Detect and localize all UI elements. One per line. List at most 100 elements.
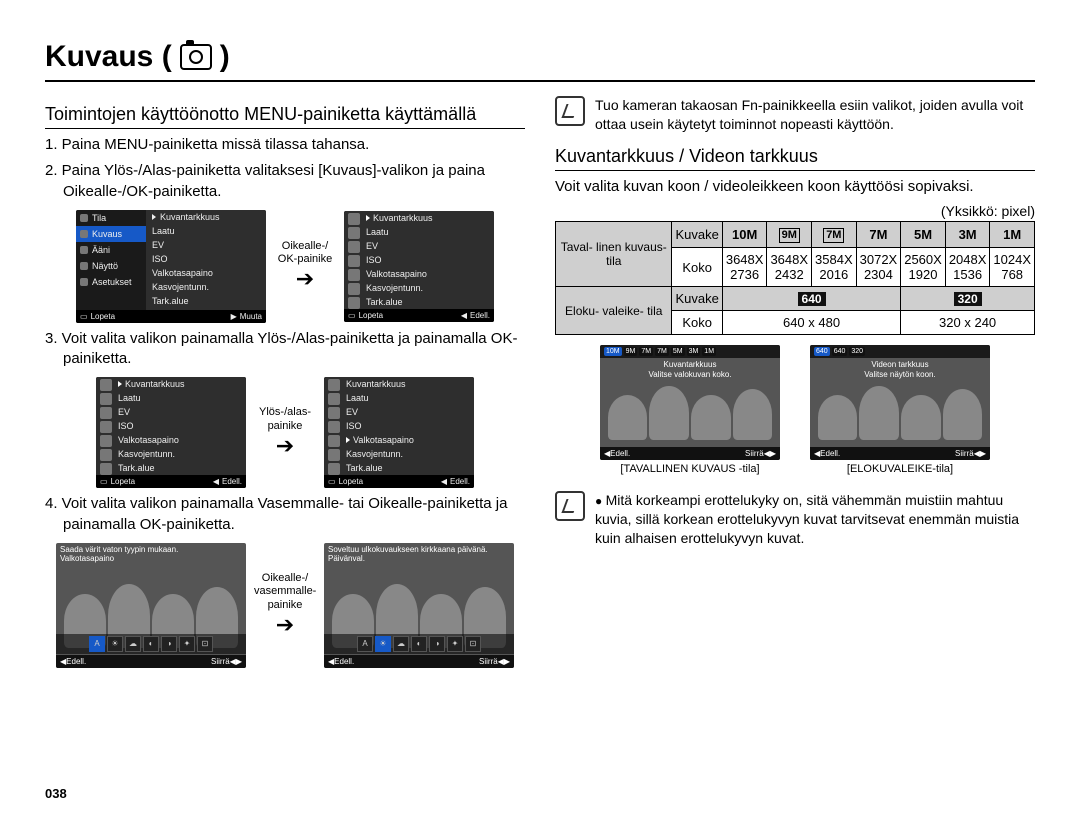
- menu-item: Kasvojentunn.: [346, 449, 403, 459]
- menu-item: Kuvantarkkuus: [346, 379, 406, 389]
- tbl-size-label: Koko: [672, 311, 722, 335]
- menu-item: ISO: [366, 255, 382, 265]
- arrow-right-icon: ➔: [254, 433, 316, 459]
- menu-item: Tark.alue: [118, 463, 155, 473]
- page-number: 038: [45, 786, 67, 801]
- tbl-icon-cell: 10M: [722, 222, 767, 248]
- photo-screenshot-a: Saada värit vaton tyypin mukaan. Valkota…: [56, 543, 246, 668]
- menu-item: EV: [118, 407, 130, 417]
- photo-screenshot-b: Soveltuu ulkokuvaukseen kirkkaana päivän…: [324, 543, 514, 668]
- menu-footer-right: ▶Muuta: [231, 312, 262, 321]
- step-2: 2. Paina Ylös-/Alas-painiketta valitakse…: [45, 161, 525, 202]
- menu-footer-left: ▭Lopeta: [348, 311, 383, 320]
- tbl-icon-cell: 3M: [945, 222, 990, 248]
- menu-left-item: Asetukset: [92, 277, 132, 287]
- arrow-right-icon: ➔: [274, 266, 336, 292]
- tbl-icon-cell: 5M: [901, 222, 946, 248]
- tbl-video-icon-cell: 640: [722, 287, 900, 311]
- step2-screens: Tila Kuvaus Ääni Näyttö Asetukset Kuvant…: [45, 210, 525, 323]
- tbl-size-cell: 3648X2736: [722, 248, 767, 287]
- page-title-right: ): [220, 40, 230, 74]
- tbl-size-label: Koko: [672, 248, 722, 287]
- menu-right-item: Tark.alue: [152, 296, 189, 306]
- note-icon: [555, 96, 585, 126]
- step-4: 4. Voit valita valikon painamalla Vasemm…: [45, 494, 525, 535]
- menu-item: Kasvojentunn.: [118, 449, 175, 459]
- tbl-row1-head: Taval- linen kuvaus- tila: [556, 222, 672, 287]
- tbl-size-cell: 3584X2016: [812, 248, 857, 287]
- tbl-video-size-cell: 640 x 480: [722, 311, 900, 335]
- tbl-size-cell: 3648X2432: [767, 248, 812, 287]
- menu-item: Kuvantarkkuus: [373, 213, 433, 223]
- page-title: Kuvaus ( ): [45, 40, 1035, 74]
- menu-footer-right: Edell.: [450, 477, 470, 486]
- photo-overlay-line2: Valkotasapaino: [60, 554, 242, 564]
- menu-footer-right: ◀Edell.: [461, 311, 490, 320]
- arrow-right-icon: ➔: [254, 612, 316, 638]
- menu-right-item: Kuvantarkkuus: [160, 212, 220, 222]
- photo-overlay-line1: Soveltuu ulkokuvaukseen kirkkaana päivän…: [328, 545, 510, 555]
- menu-right-item: EV: [152, 240, 164, 250]
- menu-footer-left: Lopeta: [111, 477, 135, 486]
- tbl-row2-head: Eloku- valeike- tila: [556, 287, 672, 335]
- photo-overlay-line2: Valitse näytön koon.: [814, 370, 986, 380]
- menu-item: Tark.alue: [346, 463, 383, 473]
- right-caption-b: [ELOKUVALEIKE-tila]: [810, 463, 990, 475]
- note-1: Tuo kameran takaosan Fn-painikkeella esi…: [555, 96, 1035, 134]
- menu-item: Valkotasapaino: [353, 435, 414, 445]
- menu-screenshot-d: Kuvantarkkuus Laatu EV ISO Valkotasapain…: [324, 377, 474, 488]
- menu-item: Valkotasapaino: [118, 435, 179, 445]
- page-title-left: Kuvaus (: [45, 40, 172, 74]
- menu-footer-left: Lopeta: [339, 477, 363, 486]
- photo-footer-move: Siirrä: [211, 657, 230, 666]
- left-column: Toimintojen käyttöönotto MENU-painiketta…: [45, 92, 525, 672]
- tbl-icon-cell: 1M: [990, 222, 1035, 248]
- tbl-size-cell: 3072X2304: [856, 248, 901, 287]
- menu-item: Laatu: [346, 393, 369, 403]
- tbl-size-cell: 2048X1536: [945, 248, 990, 287]
- step3-screens: Kuvantarkkuus Laatu EV ISO Valkotasapain…: [45, 377, 525, 488]
- tbl-video-size-cell: 320 x 240: [901, 311, 1035, 335]
- menu-item: Valkotasapaino: [366, 269, 427, 279]
- note-1-text: Tuo kameran takaosan Fn-painikkeella esi…: [595, 96, 1035, 134]
- tbl-icon-cell: 9M: [767, 222, 812, 248]
- step-3: 3. Voit valita valikon painamalla Ylös-/…: [45, 329, 525, 370]
- menu-left-item: Näyttö: [92, 261, 118, 271]
- right-column: Tuo kameran takaosan Fn-painikkeella esi…: [555, 92, 1035, 672]
- menu-item: ISO: [118, 421, 134, 431]
- photo-overlay-line1: Videon tarkkuus: [814, 360, 986, 370]
- right-subhead: Kuvantarkkuus / Videon tarkkuus: [555, 146, 1035, 171]
- right-intro: Voit valita kuvan koon / videoleikkeen k…: [555, 177, 1035, 197]
- menu-left-item: Tila: [92, 213, 106, 223]
- arrow-label-1: Oikealle-/ OK-painike ➔: [274, 240, 336, 293]
- photo-overlay-line1: Saada värit vaton tyypin mukaan.: [60, 545, 242, 555]
- right-photo-b: 640 640 320 Videon tarkkuus Valitse näyt…: [810, 345, 990, 460]
- tbl-icon-label: Kuvake: [672, 222, 722, 248]
- arrow-label-3: Oikealle-/ vasemmalle- painike ➔: [254, 572, 316, 638]
- menu-screenshot-c: Kuvantarkkuus Laatu EV ISO Valkotasapain…: [96, 377, 246, 488]
- note-icon: [555, 491, 585, 521]
- menu-footer-left: ▭Lopeta: [80, 312, 115, 321]
- menu-right-item: Laatu: [152, 226, 175, 236]
- photo-footer-back: Edell.: [334, 657, 354, 666]
- menu-left-item: Kuvaus: [92, 229, 122, 239]
- menu-item: EV: [346, 407, 358, 417]
- tbl-icon-cell: 7M: [812, 222, 857, 248]
- tbl-icon-cell: 7M: [856, 222, 901, 248]
- step-1: 1. Paina MENU-painiketta missä tilassa t…: [45, 135, 525, 155]
- note-2-text: ● Mitä korkeampi erottelukyky on, sitä v…: [595, 491, 1035, 548]
- menu-item: ISO: [346, 421, 362, 431]
- arrow-label-2: Ylös-/alas- painike ➔: [254, 406, 316, 459]
- menu-item: Laatu: [118, 393, 141, 403]
- photo-overlay-line2: Valitse valokuvan koko.: [604, 370, 776, 380]
- menu-right-item: Kasvojentunn.: [152, 282, 209, 292]
- step4-screens: Saada värit vaton tyypin mukaan. Valkota…: [45, 543, 525, 668]
- photo-overlay-line1: Kuvantarkkuus: [604, 360, 776, 370]
- menu-item: Kuvantarkkuus: [125, 379, 185, 389]
- menu-item: EV: [366, 241, 378, 251]
- menu-right-item: Valkotasapaino: [152, 268, 213, 278]
- title-rule: [45, 80, 1035, 82]
- note-2: ● Mitä korkeampi erottelukyky on, sitä v…: [555, 491, 1035, 548]
- camera-icon: [180, 44, 212, 70]
- menu-screenshot-a: Tila Kuvaus Ääni Näyttö Asetukset Kuvant…: [76, 210, 266, 323]
